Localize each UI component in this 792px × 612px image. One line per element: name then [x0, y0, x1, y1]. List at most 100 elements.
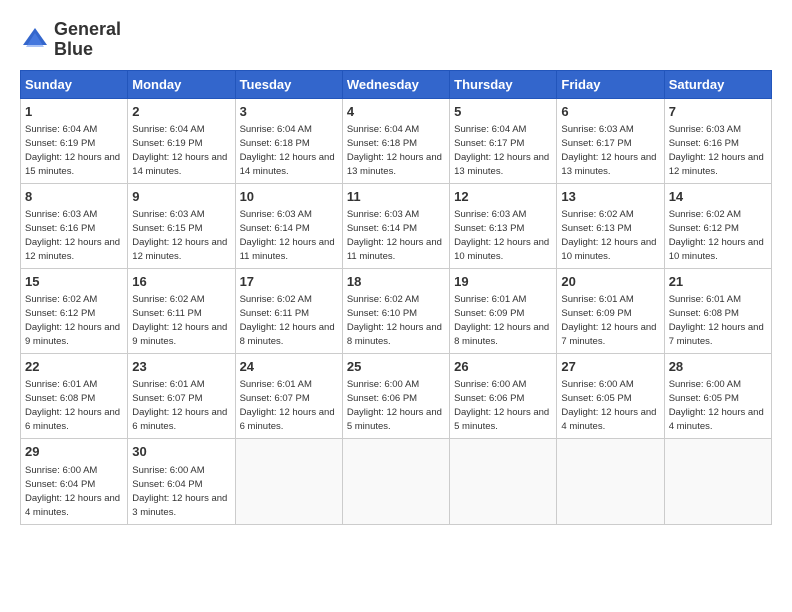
calendar-day-cell: 15 Sunrise: 6:02 AM Sunset: 6:12 PM Dayl… [21, 268, 128, 353]
day-number: 12 [454, 188, 552, 206]
day-number: 11 [347, 188, 445, 206]
calendar-day-cell: 8 Sunrise: 6:03 AM Sunset: 6:16 PM Dayli… [21, 183, 128, 268]
day-number: 27 [561, 358, 659, 376]
calendar-day-cell: 29 Sunrise: 6:00 AM Sunset: 6:04 PM Dayl… [21, 439, 128, 524]
calendar-day-cell: 5 Sunrise: 6:04 AM Sunset: 6:17 PM Dayli… [450, 98, 557, 183]
calendar-day-cell: 16 Sunrise: 6:02 AM Sunset: 6:11 PM Dayl… [128, 268, 235, 353]
day-info: Sunrise: 6:03 AM Sunset: 6:15 PM Dayligh… [132, 209, 227, 262]
weekday-header: Friday [557, 70, 664, 98]
day-number: 20 [561, 273, 659, 291]
day-info: Sunrise: 6:03 AM Sunset: 6:16 PM Dayligh… [25, 209, 120, 262]
day-info: Sunrise: 6:00 AM Sunset: 6:06 PM Dayligh… [347, 379, 442, 432]
calendar-day-cell: 20 Sunrise: 6:01 AM Sunset: 6:09 PM Dayl… [557, 268, 664, 353]
day-info: Sunrise: 6:04 AM Sunset: 6:17 PM Dayligh… [454, 124, 549, 177]
weekday-header: Thursday [450, 70, 557, 98]
day-number: 6 [561, 103, 659, 121]
day-info: Sunrise: 6:00 AM Sunset: 6:05 PM Dayligh… [561, 379, 656, 432]
calendar-day-cell [450, 439, 557, 524]
weekday-header: Monday [128, 70, 235, 98]
day-info: Sunrise: 6:01 AM Sunset: 6:09 PM Dayligh… [454, 294, 549, 347]
day-number: 19 [454, 273, 552, 291]
calendar-day-cell [342, 439, 449, 524]
calendar-week-row: 29 Sunrise: 6:00 AM Sunset: 6:04 PM Dayl… [21, 439, 772, 524]
calendar-day-cell: 2 Sunrise: 6:04 AM Sunset: 6:19 PM Dayli… [128, 98, 235, 183]
calendar-week-row: 8 Sunrise: 6:03 AM Sunset: 6:16 PM Dayli… [21, 183, 772, 268]
calendar-day-cell: 6 Sunrise: 6:03 AM Sunset: 6:17 PM Dayli… [557, 98, 664, 183]
day-number: 18 [347, 273, 445, 291]
day-info: Sunrise: 6:03 AM Sunset: 6:14 PM Dayligh… [240, 209, 335, 262]
day-info: Sunrise: 6:03 AM Sunset: 6:13 PM Dayligh… [454, 209, 549, 262]
day-number: 29 [25, 443, 123, 461]
calendar-day-cell: 18 Sunrise: 6:02 AM Sunset: 6:10 PM Dayl… [342, 268, 449, 353]
logo-icon [20, 25, 50, 55]
calendar-day-cell: 25 Sunrise: 6:00 AM Sunset: 6:06 PM Dayl… [342, 354, 449, 439]
day-number: 1 [25, 103, 123, 121]
day-number: 7 [669, 103, 767, 121]
day-info: Sunrise: 6:04 AM Sunset: 6:18 PM Dayligh… [347, 124, 442, 177]
calendar-day-cell: 21 Sunrise: 6:01 AM Sunset: 6:08 PM Dayl… [664, 268, 771, 353]
calendar-day-cell [664, 439, 771, 524]
calendar-day-cell: 22 Sunrise: 6:01 AM Sunset: 6:08 PM Dayl… [21, 354, 128, 439]
calendar-day-cell: 23 Sunrise: 6:01 AM Sunset: 6:07 PM Dayl… [128, 354, 235, 439]
day-info: Sunrise: 6:02 AM Sunset: 6:11 PM Dayligh… [240, 294, 335, 347]
day-number: 3 [240, 103, 338, 121]
calendar-day-cell: 3 Sunrise: 6:04 AM Sunset: 6:18 PM Dayli… [235, 98, 342, 183]
calendar-week-row: 15 Sunrise: 6:02 AM Sunset: 6:12 PM Dayl… [21, 268, 772, 353]
day-info: Sunrise: 6:00 AM Sunset: 6:05 PM Dayligh… [669, 379, 764, 432]
logo-text: General Blue [54, 20, 121, 60]
day-number: 17 [240, 273, 338, 291]
day-number: 24 [240, 358, 338, 376]
calendar-table: SundayMondayTuesdayWednesdayThursdayFrid… [20, 70, 772, 525]
weekday-header: Saturday [664, 70, 771, 98]
day-number: 26 [454, 358, 552, 376]
calendar-day-cell: 12 Sunrise: 6:03 AM Sunset: 6:13 PM Dayl… [450, 183, 557, 268]
day-number: 23 [132, 358, 230, 376]
calendar-day-cell: 7 Sunrise: 6:03 AM Sunset: 6:16 PM Dayli… [664, 98, 771, 183]
calendar-day-cell: 17 Sunrise: 6:02 AM Sunset: 6:11 PM Dayl… [235, 268, 342, 353]
day-info: Sunrise: 6:03 AM Sunset: 6:17 PM Dayligh… [561, 124, 656, 177]
day-info: Sunrise: 6:01 AM Sunset: 6:08 PM Dayligh… [25, 379, 120, 432]
calendar-day-cell: 27 Sunrise: 6:00 AM Sunset: 6:05 PM Dayl… [557, 354, 664, 439]
day-info: Sunrise: 6:01 AM Sunset: 6:09 PM Dayligh… [561, 294, 656, 347]
day-info: Sunrise: 6:03 AM Sunset: 6:14 PM Dayligh… [347, 209, 442, 262]
calendar-day-cell: 24 Sunrise: 6:01 AM Sunset: 6:07 PM Dayl… [235, 354, 342, 439]
calendar-week-row: 1 Sunrise: 6:04 AM Sunset: 6:19 PM Dayli… [21, 98, 772, 183]
page-header: General Blue [20, 20, 772, 60]
calendar-day-cell: 4 Sunrise: 6:04 AM Sunset: 6:18 PM Dayli… [342, 98, 449, 183]
calendar-day-cell: 30 Sunrise: 6:00 AM Sunset: 6:04 PM Dayl… [128, 439, 235, 524]
calendar-day-cell: 19 Sunrise: 6:01 AM Sunset: 6:09 PM Dayl… [450, 268, 557, 353]
day-number: 25 [347, 358, 445, 376]
day-info: Sunrise: 6:02 AM Sunset: 6:12 PM Dayligh… [669, 209, 764, 262]
day-info: Sunrise: 6:03 AM Sunset: 6:16 PM Dayligh… [669, 124, 764, 177]
day-number: 28 [669, 358, 767, 376]
day-info: Sunrise: 6:00 AM Sunset: 6:04 PM Dayligh… [25, 465, 120, 518]
calendar-day-cell: 10 Sunrise: 6:03 AM Sunset: 6:14 PM Dayl… [235, 183, 342, 268]
day-info: Sunrise: 6:04 AM Sunset: 6:19 PM Dayligh… [132, 124, 227, 177]
day-info: Sunrise: 6:04 AM Sunset: 6:19 PM Dayligh… [25, 124, 120, 177]
day-info: Sunrise: 6:02 AM Sunset: 6:11 PM Dayligh… [132, 294, 227, 347]
day-number: 22 [25, 358, 123, 376]
day-number: 14 [669, 188, 767, 206]
day-number: 16 [132, 273, 230, 291]
day-info: Sunrise: 6:00 AM Sunset: 6:04 PM Dayligh… [132, 465, 227, 518]
day-number: 30 [132, 443, 230, 461]
logo: General Blue [20, 20, 121, 60]
day-number: 10 [240, 188, 338, 206]
calendar-day-cell: 13 Sunrise: 6:02 AM Sunset: 6:13 PM Dayl… [557, 183, 664, 268]
calendar-day-cell: 28 Sunrise: 6:00 AM Sunset: 6:05 PM Dayl… [664, 354, 771, 439]
day-info: Sunrise: 6:00 AM Sunset: 6:06 PM Dayligh… [454, 379, 549, 432]
calendar-header-row: SundayMondayTuesdayWednesdayThursdayFrid… [21, 70, 772, 98]
day-number: 21 [669, 273, 767, 291]
calendar-week-row: 22 Sunrise: 6:01 AM Sunset: 6:08 PM Dayl… [21, 354, 772, 439]
day-info: Sunrise: 6:02 AM Sunset: 6:10 PM Dayligh… [347, 294, 442, 347]
day-info: Sunrise: 6:01 AM Sunset: 6:07 PM Dayligh… [240, 379, 335, 432]
day-number: 4 [347, 103, 445, 121]
day-info: Sunrise: 6:02 AM Sunset: 6:13 PM Dayligh… [561, 209, 656, 262]
day-info: Sunrise: 6:01 AM Sunset: 6:08 PM Dayligh… [669, 294, 764, 347]
day-info: Sunrise: 6:01 AM Sunset: 6:07 PM Dayligh… [132, 379, 227, 432]
weekday-header: Wednesday [342, 70, 449, 98]
day-number: 9 [132, 188, 230, 206]
calendar-day-cell: 26 Sunrise: 6:00 AM Sunset: 6:06 PM Dayl… [450, 354, 557, 439]
calendar-day-cell: 1 Sunrise: 6:04 AM Sunset: 6:19 PM Dayli… [21, 98, 128, 183]
day-info: Sunrise: 6:04 AM Sunset: 6:18 PM Dayligh… [240, 124, 335, 177]
